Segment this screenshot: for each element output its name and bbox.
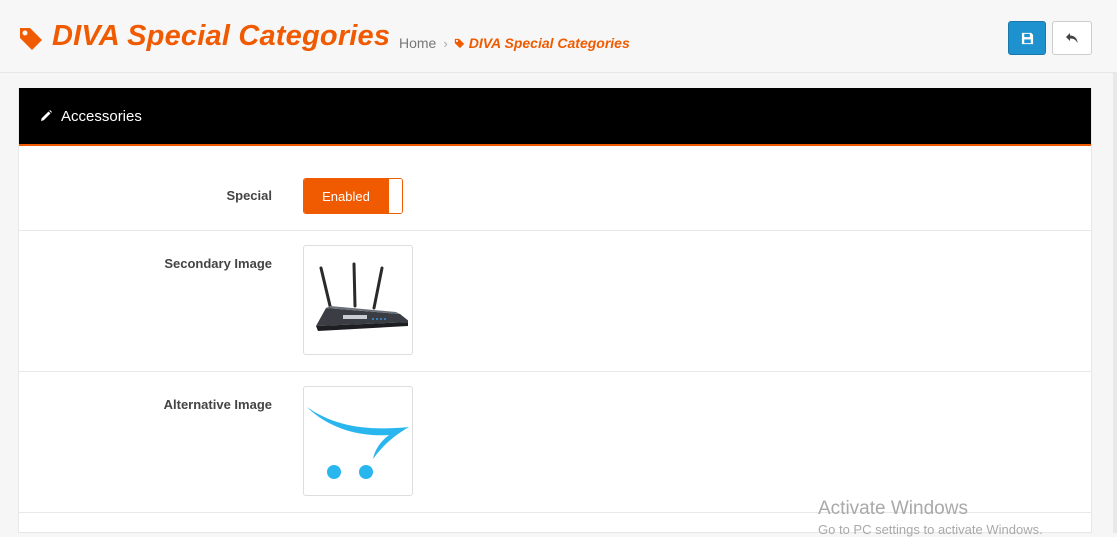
save-icon: [1021, 32, 1033, 44]
special-toggle[interactable]: Enabled: [303, 178, 403, 214]
secondary-image-row: Secondary Image: [19, 230, 1091, 372]
scrollbar[interactable]: [1113, 72, 1117, 533]
opencart-logo-image: [307, 407, 409, 479]
tag-icon: [454, 38, 464, 48]
save-button[interactable]: [1008, 21, 1046, 55]
router-image: [316, 262, 408, 331]
special-label: Special: [226, 188, 272, 203]
pencil-icon: [41, 110, 52, 121]
breadcrumb-separator: ›: [443, 35, 448, 51]
special-row: Special Enabled: [19, 148, 1091, 231]
tag-icon: [20, 28, 42, 50]
panel-heading: Accessories: [19, 88, 1091, 146]
panel-title: Accessories: [61, 107, 142, 125]
alternative-image-row: Alternative Image: [19, 371, 1091, 513]
breadcrumb: Home › DIVA Special Categories: [399, 35, 630, 51]
secondary-image-thumbnail[interactable]: [303, 245, 413, 355]
page-title: DIVA Special Categories: [52, 20, 391, 52]
back-button[interactable]: [1052, 21, 1092, 55]
breadcrumb-current[interactable]: DIVA Special Categories: [469, 35, 630, 51]
secondary-image-label: Secondary Image: [164, 256, 272, 271]
activate-windows-subtitle: Go to PC settings to activate Windows.: [818, 522, 1043, 537]
alternative-image-label: Alternative Image: [163, 397, 272, 412]
special-toggle-knob[interactable]: [388, 179, 402, 213]
alternative-image-thumbnail[interactable]: [303, 386, 413, 496]
page-header: DIVA Special Categories Home › DIVA Spec…: [0, 0, 1117, 73]
category-panel: Accessories Special Enabled Secondary Im…: [18, 88, 1092, 533]
reply-icon: [1066, 33, 1078, 43]
breadcrumb-home[interactable]: Home: [399, 35, 436, 51]
special-toggle-label: Enabled: [304, 179, 388, 213]
activate-windows-title: Activate Windows: [818, 498, 968, 519]
